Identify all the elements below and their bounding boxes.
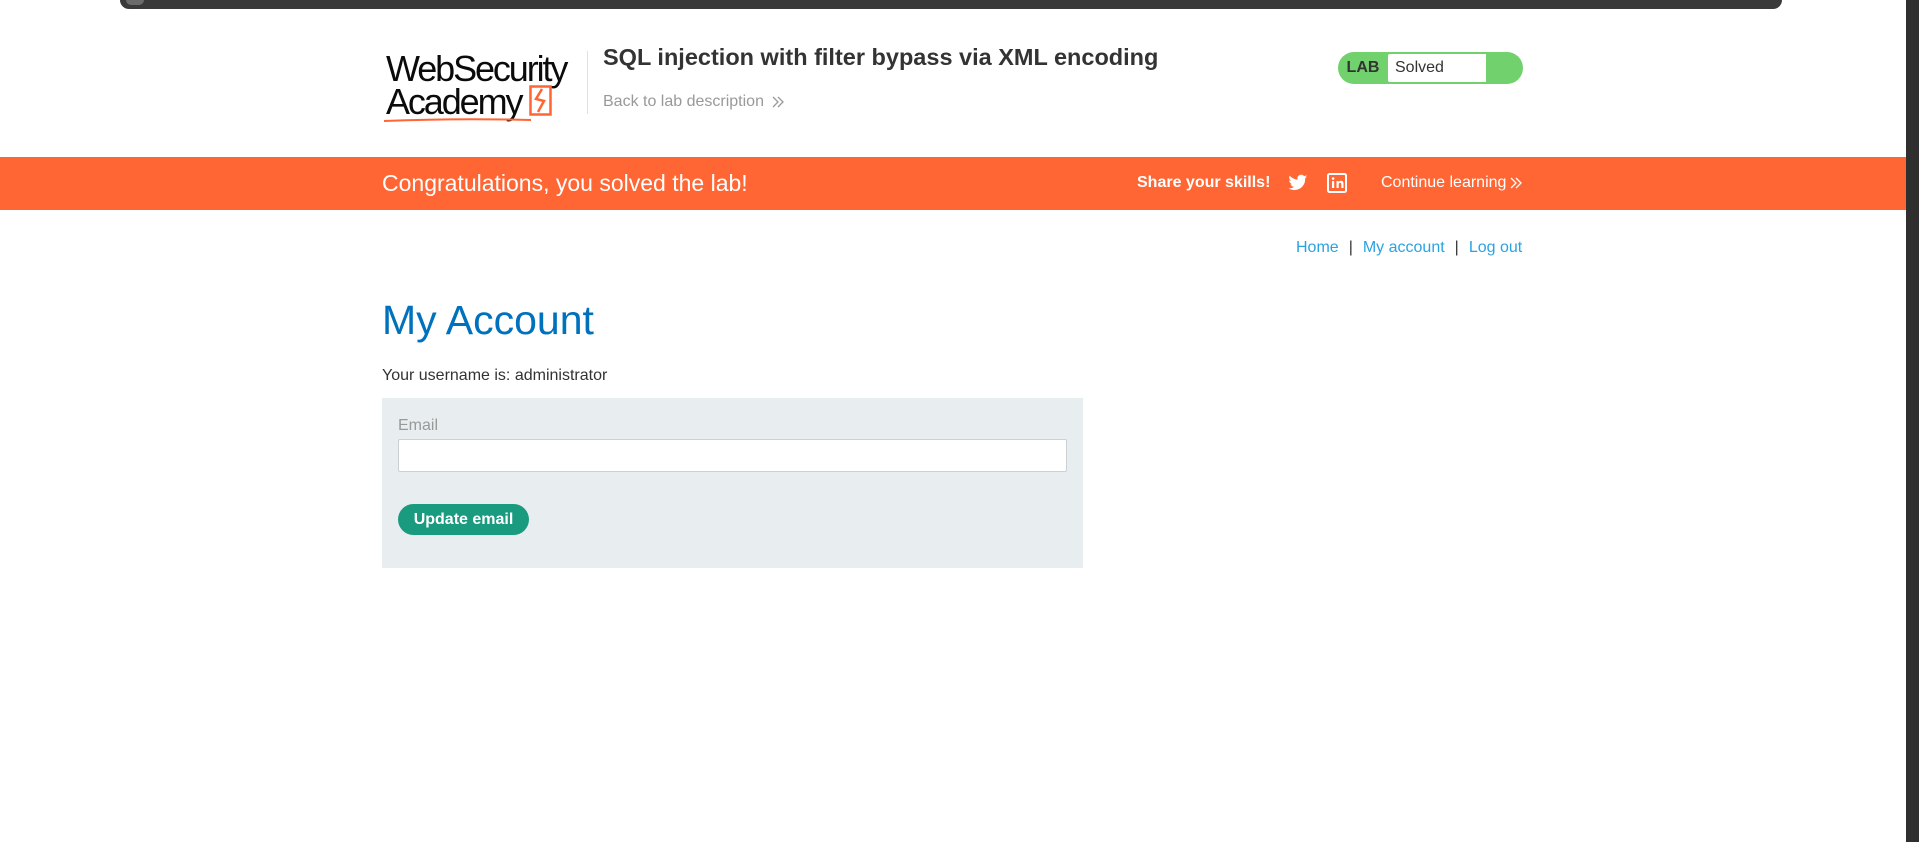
back-to-lab-description-link[interactable]: Back to lab description bbox=[603, 93, 785, 111]
browser-chrome bbox=[0, 0, 1919, 15]
lightning-bolt-icon bbox=[529, 85, 552, 116]
logo-text-line2: Academy bbox=[386, 81, 523, 122]
lab-status-value: Solved bbox=[1388, 54, 1486, 82]
lab-status-widget: LAB Solved bbox=[1338, 52, 1523, 84]
header-divider bbox=[587, 51, 588, 114]
update-email-button[interactable]: Update email bbox=[398, 504, 529, 535]
logo-underline bbox=[383, 118, 532, 122]
nav-log-out-link[interactable]: Log out bbox=[1469, 239, 1522, 257]
lab-status-label: LAB bbox=[1346, 59, 1380, 76]
back-link-label: Back to lab description bbox=[603, 93, 764, 110]
solved-banner: Congratulations, you solved the lab! Sha… bbox=[0, 157, 1906, 210]
linkedin-icon[interactable] bbox=[1327, 173, 1347, 193]
solved-message: Congratulations, you solved the lab! bbox=[382, 170, 748, 196]
browser-tab-handle bbox=[126, 0, 144, 5]
web-security-academy-logo[interactable]: WebSecurity Academy bbox=[383, 51, 568, 123]
share-skills-label: Share your skills! bbox=[1137, 174, 1271, 191]
browser-tab-strip bbox=[120, 0, 1782, 9]
page-title: My Account bbox=[382, 297, 594, 343]
continue-learning-label: Continue learning bbox=[1381, 174, 1507, 191]
top-navigation: Home | My account | Log out bbox=[1296, 239, 1522, 257]
username-text: Your username is: administrator bbox=[382, 367, 608, 384]
nav-separator: | bbox=[1348, 239, 1353, 256]
nav-home-link[interactable]: Home bbox=[1296, 239, 1339, 257]
nav-my-account-link[interactable]: My account bbox=[1363, 239, 1445, 257]
double-chevron-right-icon bbox=[1510, 177, 1523, 189]
nav-separator: | bbox=[1454, 239, 1459, 256]
twitter-icon[interactable] bbox=[1288, 173, 1308, 192]
update-email-form: Email Update email bbox=[382, 398, 1083, 568]
double-chevron-right-icon bbox=[772, 96, 784, 108]
continue-learning-link[interactable]: Continue learning bbox=[1381, 174, 1523, 192]
lab-title: SQL injection with filter bypass via XML… bbox=[603, 44, 1159, 70]
window-edge bbox=[1906, 0, 1919, 842]
email-input[interactable] bbox=[398, 439, 1067, 472]
email-label: Email bbox=[398, 417, 439, 434]
lab-header: WebSecurity Academy SQL injection with f… bbox=[0, 15, 1906, 157]
